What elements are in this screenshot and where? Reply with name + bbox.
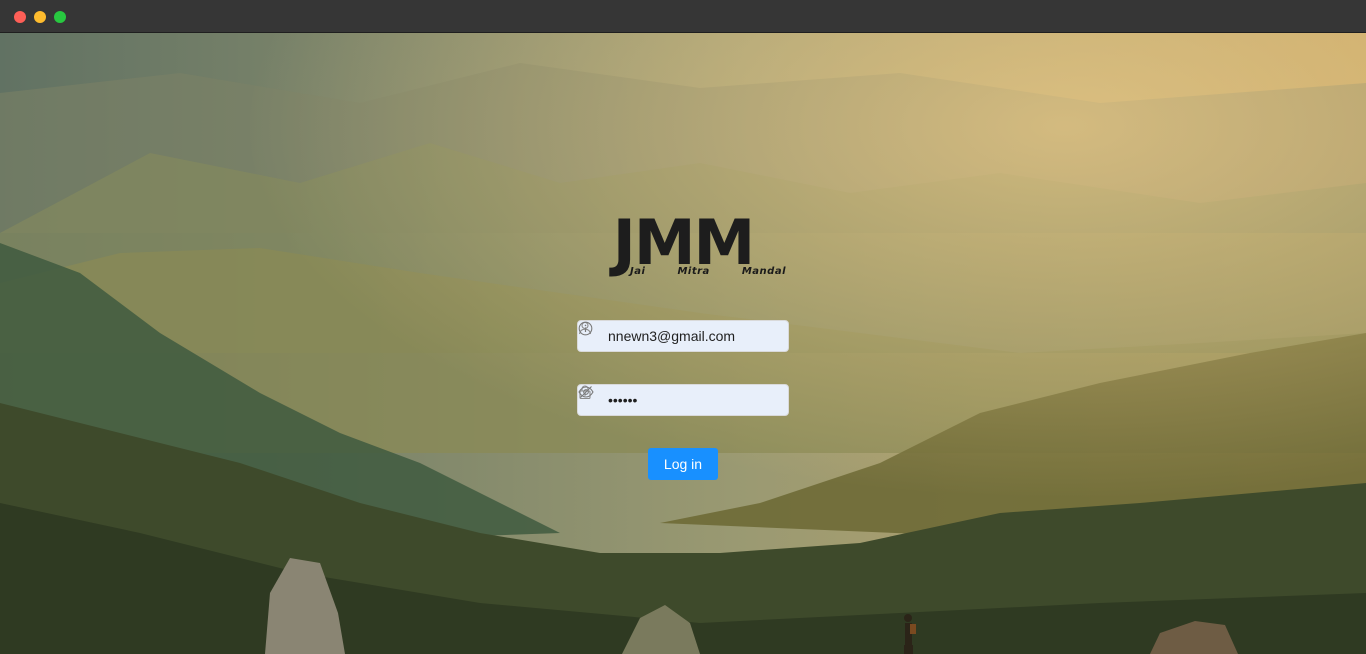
background-landscape: JMM Jai Mitra Mandal nnewn3@gmail.com ••… [0,33,1366,654]
window-titlebar [0,0,1366,33]
login-button[interactable]: Log in [648,448,718,480]
email-input[interactable]: nnewn3@gmail.com [608,321,756,351]
logo-wordmark: JMM [612,206,755,279]
password-field[interactable]: •••••• [577,384,789,416]
window-maximize-button[interactable] [54,11,66,23]
logo-word-mitra: Mitra [677,266,710,277]
password-input[interactable]: •••••• [608,385,756,415]
email-field[interactable]: nnewn3@gmail.com [577,320,789,352]
logo-word-mandal: Mandal [741,266,786,277]
info-circle-icon[interactable] [578,321,788,351]
logo-word-jai: Jai [630,266,646,277]
window-minimize-button[interactable] [34,11,46,23]
brand-logo: JMM Jai Mitra Mandal [580,206,786,279]
logo-tagline: Jai Mitra Mandal [630,266,786,278]
window-close-button[interactable] [14,11,26,23]
eye-invisible-icon[interactable] [578,385,788,415]
